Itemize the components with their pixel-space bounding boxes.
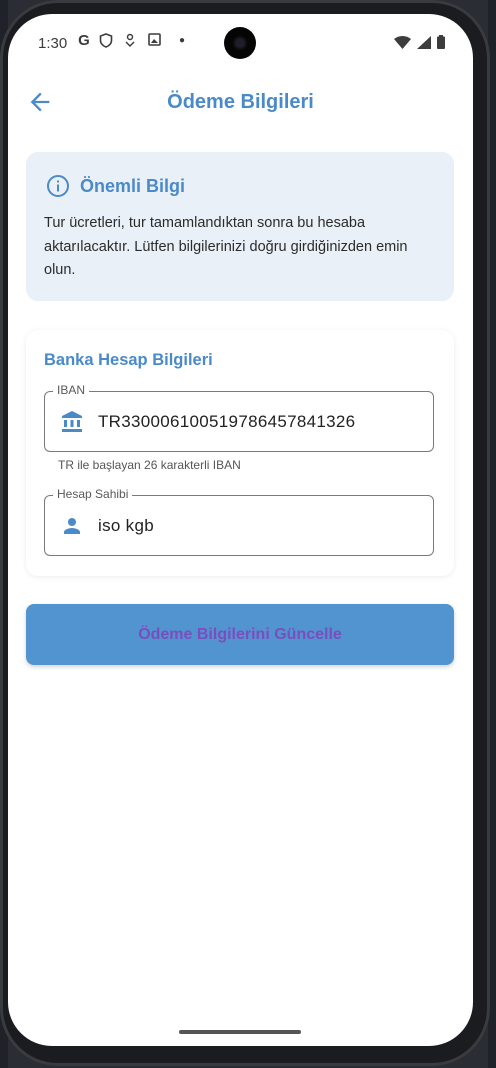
status-right-icons: [394, 35, 445, 54]
update-payment-info-button[interactable]: Ödeme Bilgilerini Güncelle: [26, 604, 454, 665]
photo-icon: [146, 33, 162, 49]
app-bar: Ödeme Bilgileri: [8, 84, 473, 124]
wifi-icon: [394, 35, 411, 54]
account-holder-label: Hesap Sahibi: [53, 487, 133, 501]
account-holder-field[interactable]: Hesap Sahibi iso kgb: [44, 487, 434, 556]
info-icon: [47, 175, 69, 197]
front-camera: [224, 27, 256, 59]
info-card-text: Tur ücretleri, tur tamamlandıktan sonra …: [44, 215, 408, 278]
info-card-header: Önemli Bilgi: [46, 174, 185, 198]
page-title: Ödeme Bilgileri: [167, 91, 314, 113]
iban-label: IBAN: [53, 383, 90, 397]
dot-icon: ●: [178, 35, 186, 46]
iban-field[interactable]: IBAN TR330006100519786457841326: [44, 383, 434, 452]
status-bar: 1:30 G ●: [8, 14, 473, 70]
update-payment-info-label: Ödeme Bilgilerini Güncelle: [138, 625, 342, 643]
location-icon: [122, 33, 138, 49]
bank-account-card: Banka Hesap Bilgileri IBAN TR33000610051…: [26, 330, 454, 576]
bank-icon: [62, 411, 82, 432]
home-indicator[interactable]: [179, 1030, 301, 1034]
info-card: Önemli Bilgi Tur ücretleri, tur tamamlan…: [26, 152, 454, 301]
shield-icon: [98, 33, 114, 49]
google-g-icon: G: [78, 32, 90, 49]
signal-icon: [417, 35, 431, 54]
phone-screen: 1:30 G ● Ödeme Bilgileri Önemli Bilgi Tu…: [8, 14, 473, 1046]
battery-icon: [437, 35, 445, 54]
iban-helper-text: TR ile başlayan 26 karakterli IBAN: [58, 458, 241, 472]
bank-card-title: Banka Hesap Bilgileri: [44, 351, 213, 369]
account-holder-value: iso kgb: [98, 516, 154, 535]
phone-frame: 1:30 G ● Ödeme Bilgileri Önemli Bilgi Tu…: [0, 0, 490, 1066]
info-card-title: Önemli Bilgi: [80, 175, 186, 196]
status-time: 1:30: [38, 35, 68, 52]
iban-value: TR330006100519786457841326: [98, 412, 356, 431]
person-icon: [64, 518, 80, 534]
